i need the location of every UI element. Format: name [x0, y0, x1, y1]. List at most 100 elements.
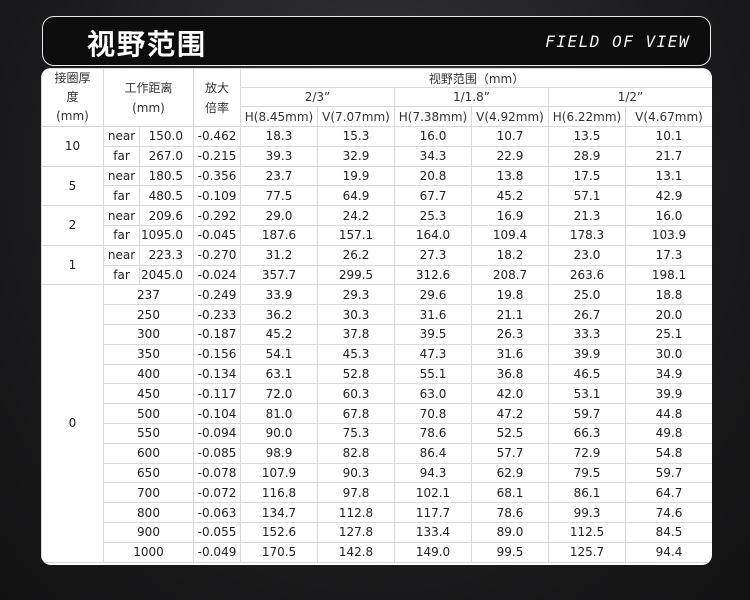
- fov-value-cell: 57.7: [471, 442, 549, 464]
- fov-value-cell: 79.5: [548, 462, 626, 484]
- fov-value-cell: 74.6: [624, 502, 712, 523]
- fov-value-cell: 54.8: [624, 442, 712, 464]
- fov-value-cell: 152.6: [240, 521, 318, 543]
- table-row: 600 -0.085 98.9 82.8 86.4 57.7 72.9 54.8: [42, 442, 712, 464]
- working-distance-cell: 550: [103, 422, 194, 444]
- magnification-header: 放大倍率: [193, 68, 241, 127]
- fov-value-cell: 81.0: [240, 403, 318, 424]
- fov-value-cell: 18.8: [624, 284, 712, 306]
- fov-value-cell: 13.8: [471, 165, 549, 187]
- fov-value-cell: 99.5: [471, 541, 549, 563]
- working-distance-cell: 500: [103, 403, 194, 424]
- table-row: far 1095.0 -0.045 187.6 157.1 164.0 109.4 178.3…: [42, 224, 712, 246]
- ring-thickness-cell: 2: [41, 205, 104, 246]
- fov-value-cell: 142.8: [317, 541, 395, 563]
- fov-value-cell: 94.4: [624, 541, 712, 563]
- working-distance-cell: 1000: [103, 541, 194, 563]
- magnification-cell: -0.049: [193, 541, 241, 563]
- magnification-cell: -0.215: [193, 145, 241, 167]
- fov-value-cell: 15.3: [317, 126, 395, 147]
- fov-value-cell: 17.5: [548, 165, 626, 187]
- fov-table-container: 接圈厚度(mm) 工作距离(mm) 放大倍率 视野范围（mm） 2/3” 1/1…: [41, 68, 712, 565]
- fov-value-cell: 33.9: [240, 284, 318, 306]
- fov-value-cell: 149.0: [394, 541, 472, 563]
- table-row: far 2045.0 -0.024 357.7 299.5 312.6 208.7 263.6…: [42, 264, 712, 286]
- working-distance-cell: 237: [103, 284, 194, 306]
- working-distance-cell: 600: [103, 442, 194, 464]
- fov-value-cell: 31.6: [471, 343, 549, 365]
- fov-value-cell: 33.3: [548, 323, 626, 345]
- column-header-h-7.38: H(7.38mm): [394, 106, 472, 127]
- fov-value-cell: 25.3: [394, 205, 472, 226]
- fov-value-cell: 36.2: [240, 304, 318, 325]
- fov-value-cell: 18.3: [240, 126, 318, 147]
- magnification-cell: -0.249: [193, 284, 241, 306]
- magnification-cell: -0.292: [193, 205, 241, 226]
- fov-value-cell: 263.6: [548, 264, 626, 286]
- working-distance-cell: 209.6: [139, 205, 194, 226]
- fov-value-cell: 57.1: [548, 185, 626, 207]
- fov-value-cell: 312.6: [394, 264, 472, 286]
- magnification-label: 放大倍率: [204, 80, 229, 115]
- fov-value-cell: 67.8: [317, 403, 395, 424]
- fov-value-cell: 49.8: [624, 422, 712, 444]
- working-distance-label: 工作距离(mm): [124, 80, 173, 115]
- fov-value-cell: 19.9: [317, 165, 395, 187]
- fov-value-cell: 98.9: [240, 442, 318, 464]
- table-row: 500 -0.104 81.0 67.8 70.8 47.2 59.7 44.8: [42, 403, 712, 424]
- fov-value-cell: 31.2: [240, 244, 318, 266]
- table-row: 550 -0.094 90.0 75.3 78.6 52.5 66.3 49.8: [42, 422, 712, 444]
- fov-value-cell: 77.5: [240, 185, 318, 207]
- fov-value-cell: 59.7: [624, 462, 712, 484]
- fov-value-cell: 89.0: [471, 521, 549, 543]
- ring-thickness-cell: 0: [41, 284, 104, 563]
- near-far-label: far: [103, 224, 140, 246]
- fov-value-cell: 29.0: [240, 205, 318, 226]
- fov-value-cell: 19.8: [471, 284, 549, 306]
- fov-value-cell: 125.7: [548, 541, 626, 563]
- near-far-label: near: [103, 165, 140, 187]
- fov-value-cell: 42.0: [471, 383, 549, 405]
- near-far-label: near: [103, 126, 140, 147]
- working-distance-header: 工作距离(mm): [103, 68, 194, 127]
- working-distance-cell: 150.0: [139, 126, 194, 147]
- fov-table-body: 10 near 150.0 -0.462 18.3 15.3 16.0 10.7 13.5 10.…: [41, 126, 712, 563]
- page-title: 视野范围: [87, 28, 208, 61]
- fov-value-cell: 32.9: [317, 145, 395, 167]
- fov-value-cell: 17.3: [624, 244, 712, 266]
- fov-value-cell: 82.8: [317, 442, 395, 464]
- column-header-h-8.45: H(8.45mm): [240, 106, 318, 127]
- fov-value-cell: 357.7: [240, 264, 318, 286]
- sensor-header-1-1.8: 1/1.8”: [394, 87, 549, 107]
- fov-value-cell: 34.3: [394, 145, 472, 167]
- fov-value-cell: 116.8: [240, 482, 318, 504]
- table-row: 450 -0.117 72.0 60.3 63.0 42.0 53.1 39.9: [42, 383, 712, 405]
- table-row: 650 -0.078 107.9 90.3 94.3 62.9 79.5 59.7: [42, 462, 712, 484]
- fov-value-cell: 45.2: [240, 323, 318, 345]
- fov-value-cell: 86.4: [394, 442, 472, 464]
- magnification-cell: -0.156: [193, 343, 241, 365]
- working-distance-cell: 1095.0: [139, 224, 194, 246]
- ring-thickness-label: 接圈厚度(mm): [54, 71, 91, 123]
- column-header-v-4.67: V(4.67mm): [624, 106, 712, 127]
- fov-value-cell: 70.8: [394, 403, 472, 424]
- table-row: 2 near 209.6 -0.292 29.0 24.2 25.3 16.9 21.3 16.0: [41, 205, 712, 246]
- magnification-cell: -0.356: [193, 165, 241, 187]
- table-row: 700 -0.072 116.8 97.8 102.1 68.1 86.1 64.7: [42, 482, 712, 504]
- working-distance-cell: 350: [103, 343, 194, 365]
- fov-value-cell: 28.9: [548, 145, 626, 167]
- fov-value-cell: 39.9: [624, 383, 712, 405]
- near-far-label: near: [103, 205, 140, 226]
- working-distance-cell: 650: [103, 462, 194, 484]
- fov-value-cell: 18.2: [471, 244, 549, 266]
- working-distance-cell: 300: [103, 323, 194, 345]
- magnification-cell: -0.134: [193, 363, 241, 385]
- fov-value-cell: 26.3: [471, 323, 549, 345]
- magnification-cell: -0.109: [193, 185, 241, 207]
- magnification-cell: -0.072: [193, 482, 241, 504]
- ring-thickness-header: 接圈厚度(mm): [41, 68, 104, 127]
- fov-value-cell: 26.2: [317, 244, 395, 266]
- working-distance-cell: 2045.0: [139, 264, 194, 286]
- fov-value-cell: 112.8: [317, 502, 395, 523]
- near-far-label: far: [103, 145, 140, 167]
